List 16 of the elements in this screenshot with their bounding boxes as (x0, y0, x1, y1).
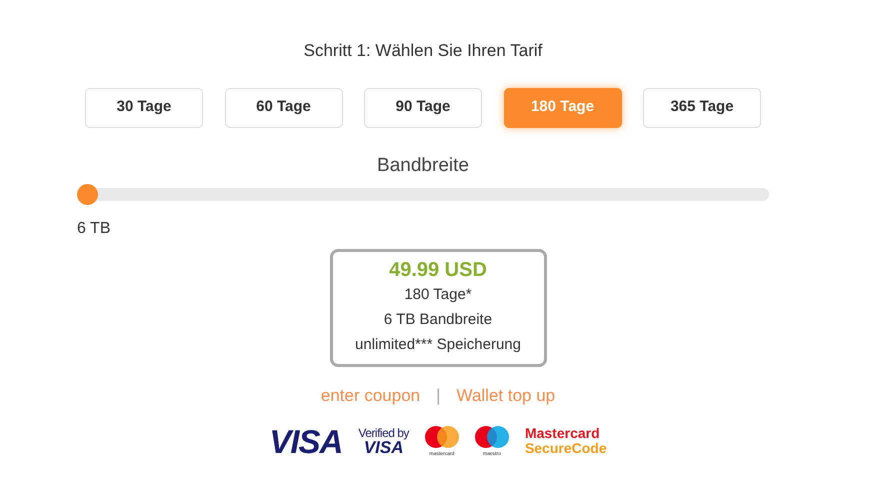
plan-detail: 180 Tage* (404, 286, 472, 303)
plan-tab[interactable]: 30 Tage (85, 88, 203, 128)
separator: | (436, 385, 441, 407)
bandwidth-label: Bandbreite (376, 154, 470, 178)
plan-tab[interactable]: 60 Tage (224, 88, 342, 128)
step-title: Schritt 1: Wählen Sie Ihren Tarif (302, 40, 544, 62)
visa-logo: VISA (269, 424, 342, 458)
plan-detail: 6 TB Bandbreite (384, 311, 492, 328)
verified-by-visa-logo: Verified by VISA (358, 426, 409, 456)
slider-thumb[interactable] (77, 184, 98, 205)
plan-tab[interactable]: 365 Tage (643, 88, 761, 128)
price-text: 49.99 USD (389, 259, 487, 281)
plan-detail: unlimited*** Speicherung (355, 336, 521, 353)
plan-tab[interactable]: 90 Tage (364, 88, 482, 128)
bandwidth-value: 6 TB (77, 220, 110, 237)
securecode-logo: Mastercard SecureCode (524, 426, 607, 456)
